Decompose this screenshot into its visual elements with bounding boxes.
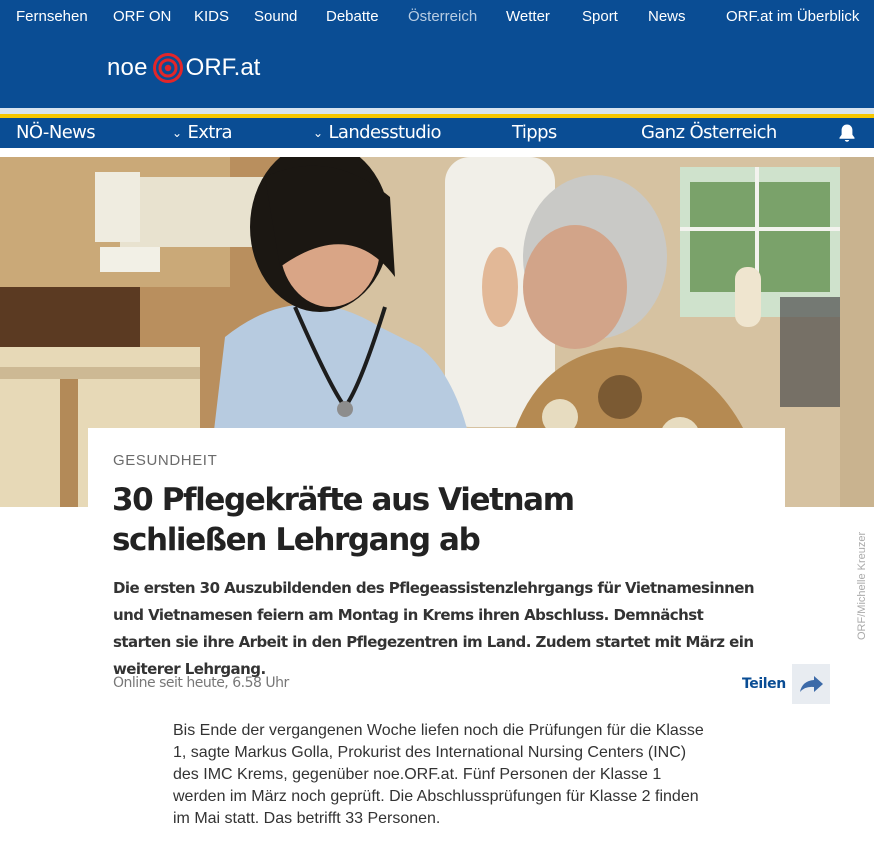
logo-region: noe bbox=[107, 54, 148, 81]
article-body: Bis Ende der vergangenen Woche liefen no… bbox=[173, 722, 704, 827]
topnav-sport[interactable]: Sport bbox=[582, 8, 618, 25]
subnav-ganz-oesterreich[interactable]: Ganz Österreich bbox=[641, 122, 777, 143]
subnav-noe-news[interactable]: NÖ-News bbox=[16, 122, 96, 143]
topnav-fernsehen[interactable]: Fernsehen bbox=[16, 8, 88, 25]
subnav-extra[interactable]: ⌄ Extra bbox=[172, 122, 233, 143]
top-navigation: Fernsehen ORF ON KIDS Sound Debatte Öste… bbox=[0, 0, 874, 33]
share-arrow-icon bbox=[791, 664, 830, 704]
chevron-down-icon: ⌄ bbox=[313, 125, 323, 140]
logo-site: ORF.at bbox=[185, 54, 261, 81]
topnav-wetter[interactable]: Wetter bbox=[506, 8, 550, 25]
topnav-news[interactable]: News bbox=[648, 8, 686, 25]
article-lead: Die ersten 30 Auszubildenden des Pflegea… bbox=[113, 579, 755, 678]
sub-navigation: NÖ-News ⌄ Extra ⌄ Landesstudio Tipps Gan… bbox=[0, 118, 874, 148]
article-published: Online seit heute, 6.58 Uhr bbox=[113, 675, 289, 691]
subnav-landesstudio[interactable]: ⌄ Landesstudio bbox=[313, 122, 442, 143]
site-logo[interactable]: noe ORF.at bbox=[107, 53, 260, 83]
share-button[interactable]: Teilen bbox=[742, 664, 830, 704]
subnav-extra-label: Extra bbox=[187, 122, 232, 143]
topnav-orf-on[interactable]: ORF ON bbox=[113, 8, 171, 25]
orf-target-icon bbox=[152, 53, 183, 83]
article-category[interactable]: Gesundheit bbox=[113, 452, 217, 469]
article-title: 30 Pflegekräfte aus Vietnam schließen Le… bbox=[112, 482, 575, 558]
topnav-debatte[interactable]: Debatte bbox=[326, 8, 379, 25]
photo-credit: ORF/Michelle Kreuzer bbox=[856, 531, 868, 640]
topnav-oesterreich[interactable]: Österreich bbox=[408, 8, 477, 25]
topnav-kids[interactable]: KIDS bbox=[194, 8, 229, 25]
topnav-sound[interactable]: Sound bbox=[254, 8, 297, 25]
chevron-down-icon: ⌄ bbox=[172, 125, 182, 140]
bell-icon[interactable] bbox=[838, 123, 856, 143]
subnav-landesstudio-label: Landesstudio bbox=[328, 122, 441, 143]
share-label: Teilen bbox=[742, 676, 786, 692]
topnav-orf-overview[interactable]: ORF.at im Überblick bbox=[726, 8, 859, 25]
subnav-tipps[interactable]: Tipps bbox=[512, 122, 557, 143]
